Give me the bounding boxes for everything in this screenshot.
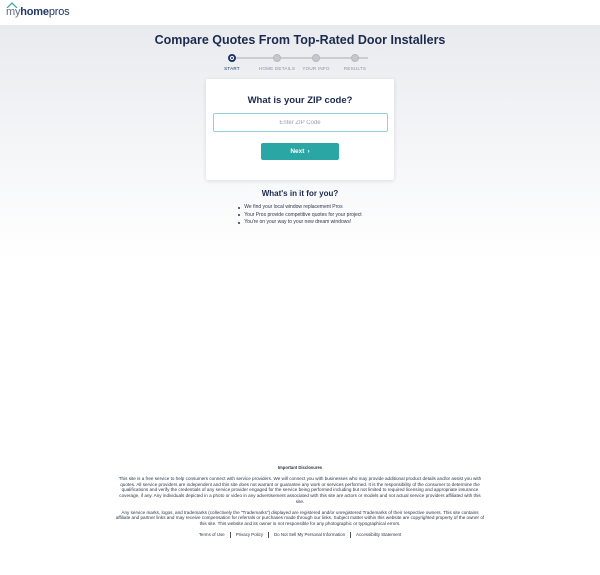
logo-text-home: home xyxy=(20,6,49,18)
step-indicator-home-details xyxy=(273,54,281,62)
benefit-item: Your Pros provide competitive quotes for… xyxy=(238,212,362,220)
trademark-paragraph: Any service marks, logos, and trademarks… xyxy=(115,509,485,526)
next-button-label: Next xyxy=(290,148,305,155)
zip-code-input[interactable] xyxy=(212,113,388,132)
benefits-section: What's in it for you? We find your local… xyxy=(0,189,600,228)
step-label-results: RESULTS xyxy=(343,66,367,71)
next-button[interactable]: Next › xyxy=(261,143,339,160)
accessibility-statement-link[interactable]: Accessibility Statement xyxy=(351,532,406,538)
step-indicator-start xyxy=(228,54,236,62)
benefit-item: You're on your way to your new dream win… xyxy=(238,219,361,227)
zip-form-card: What is your ZIP code? Next› xyxy=(206,79,394,180)
zip-question: What is your ZIP code? xyxy=(247,95,353,106)
step-indicator-your-info xyxy=(312,54,320,62)
myhomepros-logo[interactable]: my home pros xyxy=(6,2,70,18)
top-bar: my home pros xyxy=(0,0,600,25)
benefit-item: We find your local window replacement Pr… xyxy=(238,204,361,212)
step-label-home-details: HOME DETAILS xyxy=(258,66,296,71)
logo-text-pros: pros xyxy=(48,6,70,18)
terms-of-use-link[interactable]: Terms of Use xyxy=(194,532,230,538)
roof-icon xyxy=(6,2,18,8)
progress-stepper: START HOME DETAILS YOUR INFO RESULTS xyxy=(224,53,375,73)
footer: Important Disclosures This site is a fre… xyxy=(0,465,600,538)
benefits-list: We find your local window replacement Pr… xyxy=(238,204,362,227)
step-home-details: HOME DETAILS xyxy=(257,53,297,71)
do-not-sell-link[interactable]: Do Not Sell My Personal Information xyxy=(269,532,350,538)
step-indicator-results xyxy=(351,54,359,62)
logo-text-my: my xyxy=(6,6,21,18)
step-start: START xyxy=(212,53,252,71)
chevron-right-icon: › xyxy=(307,148,310,155)
step-your-info: YOUR INFO xyxy=(296,53,336,71)
page-title: Compare Quotes From Top-Rated Door Insta… xyxy=(154,33,446,47)
disclosure-paragraph: This site is a free service to help cons… xyxy=(118,476,482,504)
footer-links: Terms of Use Privacy Policy Do Not Sell … xyxy=(0,531,600,538)
step-results: RESULTS xyxy=(335,53,375,71)
step-label-start: START xyxy=(224,66,240,71)
benefits-title: What's in it for you? xyxy=(261,189,339,198)
step-label-your-info: YOUR INFO xyxy=(302,66,330,71)
privacy-policy-link[interactable]: Privacy Policy xyxy=(231,532,268,538)
disclosures-title: Important Disclosures xyxy=(277,465,323,470)
